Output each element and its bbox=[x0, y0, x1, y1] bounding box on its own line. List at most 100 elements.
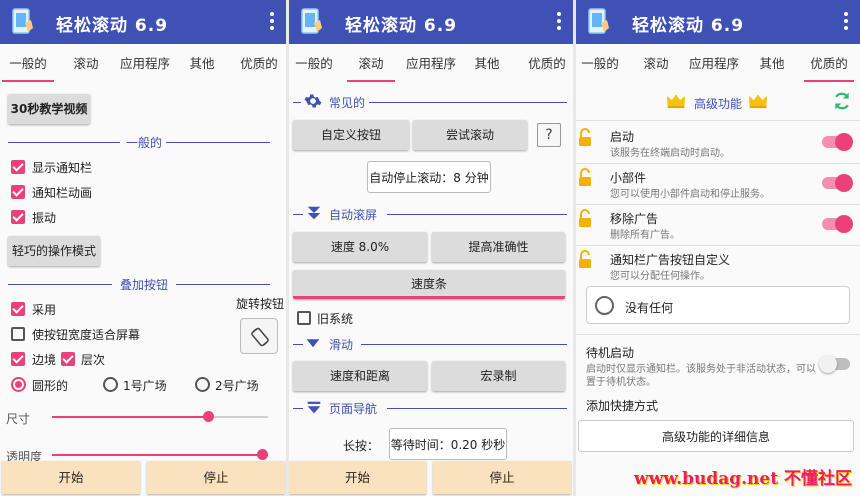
feature-startup: 启动 该服务在终端启动时启动。 bbox=[576, 124, 860, 164]
accuracy-button[interactable]: 提高准确性 bbox=[432, 232, 565, 262]
size-slider[interactable] bbox=[52, 411, 268, 422]
section-auto-header: 自动滚屏 bbox=[289, 206, 573, 222]
tab-bar: 一般的 滚动 应用程序 其他 优质的 bbox=[289, 44, 573, 82]
radio-shape-square-1[interactable] bbox=[103, 377, 118, 392]
speed-distance-button[interactable]: 速度和距离 bbox=[293, 361, 427, 391]
triangle-down-icon bbox=[306, 339, 320, 348]
premium-details-button[interactable]: 高级功能的详细信息 bbox=[578, 420, 854, 452]
checkbox-show-notification[interactable] bbox=[11, 160, 25, 174]
rotate-button[interactable] bbox=[240, 318, 278, 354]
stop-button[interactable]: 停止 bbox=[433, 461, 571, 494]
tutorial-video-button[interactable]: 30秒教学视频 bbox=[8, 94, 90, 124]
general-content: 30秒教学视频 一般的 显示通知栏 通知栏动画 振动 轻巧的操作模式 叠加按钮 … bbox=[0, 82, 286, 496]
tab-scroll[interactable]: 滚动 bbox=[62, 44, 110, 82]
label-notification-animation: 通知栏动画 bbox=[32, 186, 93, 200]
tab-other[interactable]: 其他 bbox=[467, 44, 507, 82]
tab-apps[interactable]: 应用程序 bbox=[401, 44, 461, 82]
label-shape-circle: 圆形的 bbox=[32, 379, 69, 393]
section-common-header: 常见的 bbox=[289, 94, 573, 110]
overflow-menu-icon[interactable] bbox=[553, 12, 565, 32]
feature-notification-ad-desc: 您可以分配任何操作。 bbox=[610, 271, 710, 282]
tab-other[interactable]: 其他 bbox=[752, 44, 792, 82]
try-scroll-button[interactable]: 尝试滚动 bbox=[413, 120, 527, 150]
action-none-selector[interactable]: 没有任何 bbox=[586, 286, 850, 324]
toggle-startup[interactable] bbox=[822, 133, 853, 151]
label-shape-square-2: 2号广场 bbox=[215, 379, 259, 393]
size-slider-thumb[interactable] bbox=[203, 411, 214, 422]
tab-scroll[interactable]: 滚动 bbox=[632, 44, 680, 82]
unlocked-icon bbox=[579, 209, 591, 227]
help-button[interactable]: ? bbox=[537, 123, 561, 147]
gear-icon bbox=[304, 94, 322, 108]
tab-general[interactable]: 一般的 bbox=[0, 44, 56, 82]
tab-premium[interactable]: 优质的 bbox=[521, 44, 573, 82]
wait-time-button[interactable]: 等待时间：0.20 秒秒 bbox=[389, 428, 507, 460]
feature-remove-ads-desc: 删除所有广告。 bbox=[610, 230, 680, 241]
checkbox-enable-overlay[interactable] bbox=[11, 302, 25, 316]
label-show-notification: 显示通知栏 bbox=[32, 161, 93, 175]
radio-shape-circle[interactable] bbox=[11, 377, 26, 392]
overflow-menu-icon[interactable] bbox=[266, 12, 278, 32]
tab-general[interactable]: 一般的 bbox=[289, 44, 339, 82]
radio-shape-square-2[interactable] bbox=[195, 377, 210, 392]
tab-scroll[interactable]: 滚动 bbox=[345, 44, 397, 82]
section-page-nav-header: 页面导航 bbox=[289, 400, 573, 416]
opacity-slider[interactable] bbox=[52, 449, 268, 460]
lightweight-mode-button[interactable]: 轻巧的操作模式 bbox=[8, 236, 100, 266]
tab-bar: 一般的 滚动 应用程序 其他 优质的 bbox=[0, 44, 286, 82]
feature-widget-desc: 您可以使用小部件启动和停止服务。 bbox=[610, 189, 770, 200]
app-icon bbox=[12, 8, 33, 34]
overflow-menu-icon[interactable] bbox=[840, 12, 852, 32]
tab-general[interactable]: 一般的 bbox=[576, 44, 624, 82]
feature-widget: 小部件 您可以使用小部件启动和停止服务。 bbox=[576, 164, 860, 204]
standby-title: 待机启动 bbox=[586, 346, 635, 360]
tab-apps[interactable]: 应用程序 bbox=[116, 44, 174, 82]
radio-none[interactable] bbox=[595, 296, 614, 315]
custom-button[interactable]: 自定义按钮 bbox=[293, 120, 409, 150]
tab-bar: 一般的 滚动 应用程序 其他 优质的 bbox=[576, 44, 860, 82]
tab-other[interactable]: 其他 bbox=[180, 44, 224, 82]
checkbox-notification-animation[interactable] bbox=[11, 185, 25, 199]
section-swipe-header: 滑动 bbox=[289, 336, 573, 352]
label-vibrate: 振动 bbox=[32, 211, 57, 225]
checkbox-layer[interactable] bbox=[61, 352, 75, 366]
unlocked-icon bbox=[579, 168, 591, 186]
scroll-content: 常见的 自定义按钮 尝试滚动 ? 自动停止滚动：8 分钟 自动滚屏 速度 8.0… bbox=[289, 82, 573, 496]
app-icon bbox=[301, 8, 322, 34]
stop-button[interactable]: 停止 bbox=[147, 461, 285, 494]
watermark-text: www.budag.net 不懂社区 bbox=[633, 469, 852, 489]
add-shortcut-label[interactable]: 添加快捷方式 bbox=[586, 397, 658, 414]
feature-notification-ad-title: 通知栏广告按钮自定义 bbox=[610, 253, 731, 267]
premium-header-label: 高级功能 bbox=[694, 97, 743, 111]
toggle-remove-ads[interactable] bbox=[822, 215, 853, 233]
macro-record-button[interactable]: 宏录制 bbox=[432, 361, 565, 391]
app-title: 轻松滚动 6.9 bbox=[632, 16, 745, 36]
app-icon bbox=[588, 8, 609, 34]
panel-general: 轻松滚动 6.9 一般的 滚动 应用程序 其他 优质的 30秒教学视频 一般的 … bbox=[0, 0, 286, 496]
feature-startup-desc: 该服务在终端启动时启动。 bbox=[610, 148, 730, 159]
checkbox-legacy-system[interactable] bbox=[297, 311, 311, 325]
tab-premium[interactable]: 优质的 bbox=[802, 44, 856, 82]
label-fit-width: 使按钮宽度适合屏幕 bbox=[32, 328, 141, 342]
speed-bar-button[interactable]: 速度条 bbox=[293, 270, 565, 299]
start-button[interactable]: 开始 bbox=[289, 461, 426, 494]
feature-remove-ads: 移除广告 删除所有广告。 bbox=[576, 205, 860, 245]
app-title: 轻松滚动 6.9 bbox=[345, 16, 458, 36]
toggle-standby[interactable] bbox=[819, 355, 850, 373]
auto-stop-button[interactable]: 自动停止滚动：8 分钟 bbox=[367, 161, 491, 193]
tab-apps[interactable]: 应用程序 bbox=[684, 44, 744, 82]
start-button[interactable]: 开始 bbox=[2, 461, 140, 494]
toggle-widget[interactable] bbox=[822, 174, 853, 192]
app-bar: 轻松滚动 6.9 bbox=[576, 0, 860, 44]
checkbox-border[interactable] bbox=[11, 352, 25, 366]
panel-scroll: 轻松滚动 6.9 一般的 滚动 应用程序 其他 优质的 常见的 自定义按钮 尝试… bbox=[289, 0, 573, 496]
unlocked-icon bbox=[579, 250, 591, 268]
speed-button[interactable]: 速度 8.0% bbox=[293, 232, 427, 262]
label-none: 没有任何 bbox=[625, 301, 674, 315]
tab-premium[interactable]: 优质的 bbox=[232, 44, 286, 82]
page-down-icon bbox=[307, 401, 321, 414]
refresh-icon[interactable] bbox=[832, 91, 852, 111]
checkbox-vibrate[interactable] bbox=[11, 210, 25, 224]
checkbox-fit-width[interactable] bbox=[11, 327, 25, 341]
crown-icon bbox=[666, 94, 686, 109]
